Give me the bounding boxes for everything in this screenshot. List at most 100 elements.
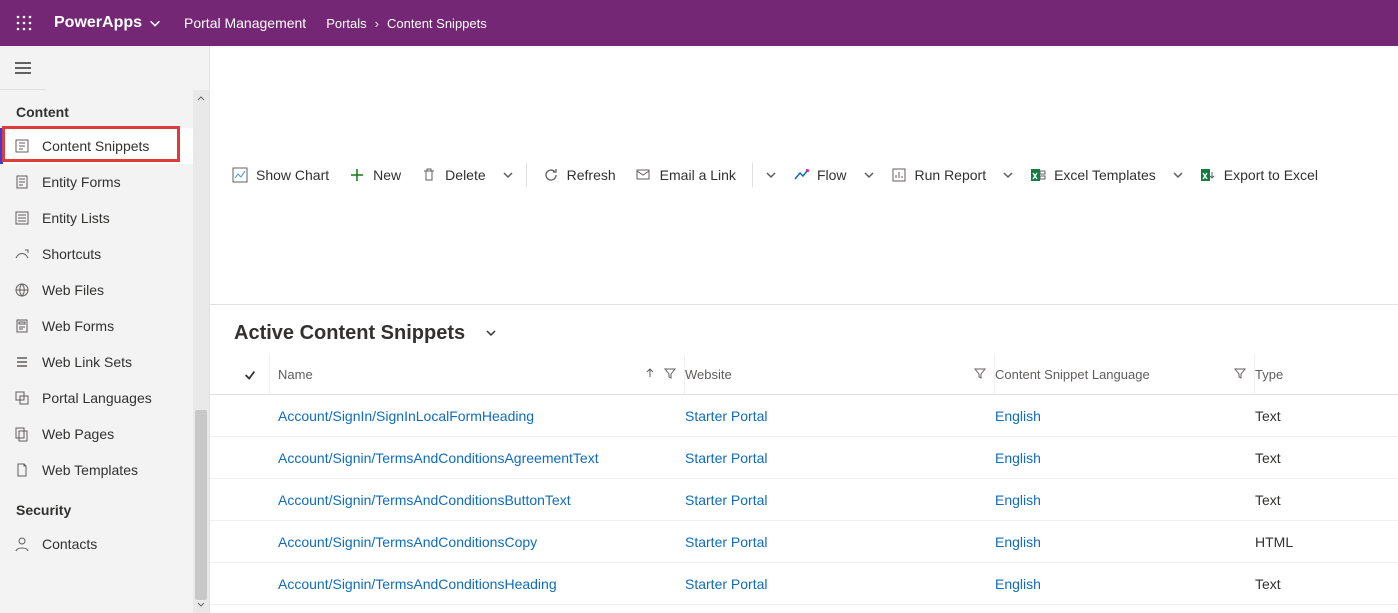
sidebar-item-icon	[14, 354, 30, 370]
filter-icon[interactable]	[974, 367, 986, 382]
column-name[interactable]: Name	[270, 355, 685, 394]
cell-name: Account/Signin/TermsAndConditionsHeading	[270, 576, 685, 592]
table-row[interactable]: Account/SignIn/SignInLocalFormHeading Sta…	[210, 395, 1398, 437]
run-report-button[interactable]: Run Report	[881, 153, 997, 197]
export-excel-button[interactable]: Export to Excel	[1190, 153, 1328, 197]
excel-templates-dropdown[interactable]	[1166, 153, 1190, 197]
new-button[interactable]: New	[339, 153, 411, 197]
record-link[interactable]: Account/Signin/TermsAndConditionsHeading	[278, 576, 557, 592]
website-link[interactable]: Starter Portal	[685, 492, 767, 508]
cell-name: Account/Signin/TermsAndConditionsButtonT…	[270, 492, 685, 508]
record-link[interactable]: Account/SignIn/SignInLocalFormHeading	[278, 408, 534, 424]
sidebar-item-label: Contacts	[42, 536, 97, 552]
website-link[interactable]: Starter Portal	[685, 408, 767, 424]
sidebar-item-label: Content Snippets	[42, 138, 149, 154]
nav-collapse-button[interactable]	[0, 46, 46, 90]
sidebar-item[interactable]: Entity Forms	[0, 164, 209, 200]
email-dropdown[interactable]	[759, 153, 783, 197]
filter-icon[interactable]	[664, 367, 676, 382]
cell-website: Starter Portal	[685, 492, 995, 508]
cmd-label: Excel Templates	[1054, 167, 1156, 183]
website-link[interactable]: Starter Portal	[685, 534, 767, 550]
cell-website: Starter Portal	[685, 534, 995, 550]
sidebar-item[interactable]: Web Forms	[0, 308, 209, 344]
sidebar-scrollbar[interactable]	[193, 90, 209, 613]
sidebar-item-label: Web Forms	[42, 318, 114, 334]
area-name[interactable]: Portal Management	[184, 15, 306, 31]
filter-icon[interactable]	[1234, 367, 1246, 382]
language-link[interactable]: English	[995, 408, 1041, 424]
breadcrumb-item[interactable]: Portals	[326, 16, 366, 31]
table-row[interactable]: Account/SignIn/UsernameLabelStarter Port…	[210, 605, 1398, 613]
sidebar-item[interactable]: Portal Languages	[0, 380, 209, 416]
cell-language: English	[995, 534, 1255, 550]
view-selector-chevron-icon[interactable]	[479, 321, 503, 345]
sidebar-section-security: Security	[0, 488, 209, 526]
website-link[interactable]: Starter Portal	[685, 450, 767, 466]
table-row[interactable]: Account/Signin/TermsAndConditionsHeading…	[210, 563, 1398, 605]
record-link[interactable]: Account/Signin/TermsAndConditionsAgreeme…	[278, 450, 599, 466]
flow-icon	[793, 167, 809, 183]
sidebar-item[interactable]: Web Templates	[0, 452, 209, 488]
cell-language: English	[995, 450, 1255, 466]
grid-header: Name Website Content Snippet Language	[210, 355, 1398, 395]
app-name[interactable]: PowerApps	[54, 14, 142, 32]
app-launcher-icon[interactable]	[10, 9, 38, 37]
cell-type: Text	[1255, 492, 1398, 508]
website-link[interactable]: Starter Portal	[685, 576, 767, 592]
cmd-label: Export to Excel	[1224, 167, 1318, 183]
main-content: Show Chart New Delete Refresh Email a Li…	[210, 46, 1398, 613]
scroll-down-icon[interactable]	[193, 597, 209, 613]
record-link[interactable]: Account/Signin/TermsAndConditionsCopy	[278, 534, 537, 550]
excel-templates-button[interactable]: Excel Templates	[1020, 153, 1166, 197]
scroll-up-icon[interactable]	[193, 90, 209, 106]
separator	[526, 163, 527, 187]
sidebar-item[interactable]: Entity Lists	[0, 200, 209, 236]
sidebar-item-icon	[14, 462, 30, 478]
flow-dropdown[interactable]	[857, 153, 881, 197]
select-all-column[interactable]	[230, 355, 270, 394]
language-link[interactable]: English	[995, 492, 1041, 508]
sidebar-item[interactable]: Content Snippets	[0, 128, 209, 164]
column-label: Content Snippet Language	[995, 367, 1234, 382]
column-language[interactable]: Content Snippet Language	[995, 355, 1255, 394]
flow-button[interactable]: Flow	[783, 153, 857, 197]
cell-type: Text	[1255, 408, 1398, 424]
language-link[interactable]: English	[995, 576, 1041, 592]
table-row[interactable]: Account/Signin/TermsAndConditionsAgreeme…	[210, 437, 1398, 479]
sidebar-item[interactable]: Shortcuts	[0, 236, 209, 272]
show-chart-button[interactable]: Show Chart	[222, 153, 339, 197]
email-link-button[interactable]: Email a Link	[626, 153, 746, 197]
sidebar-item[interactable]: Web Pages	[0, 416, 209, 452]
sidebar-item-icon	[14, 174, 30, 190]
view-title[interactable]: Active Content Snippets	[234, 322, 465, 345]
refresh-button[interactable]: Refresh	[533, 153, 626, 197]
sort-asc-icon[interactable]	[644, 367, 656, 382]
sidebar-item-icon	[14, 390, 30, 406]
cell-language: English	[995, 408, 1255, 424]
column-label: Type	[1255, 367, 1398, 382]
sidebar-item-icon	[14, 282, 30, 298]
column-type[interactable]: Type	[1255, 355, 1398, 394]
language-link[interactable]: English	[995, 534, 1041, 550]
run-report-dropdown[interactable]	[996, 153, 1020, 197]
grid: Name Website Content Snippet Language	[210, 355, 1398, 613]
person-icon	[14, 536, 30, 552]
app-switcher-chevron-icon[interactable]	[148, 16, 162, 30]
table-row[interactable]: Account/Signin/TermsAndConditionsCopy Sta…	[210, 521, 1398, 563]
sidebar-item[interactable]: Web Link Sets	[0, 344, 209, 380]
sidebar-item-label: Portal Languages	[42, 390, 152, 406]
cell-type: HTML	[1255, 534, 1398, 550]
scroll-thumb[interactable]	[195, 410, 207, 600]
delete-button[interactable]: Delete	[411, 153, 495, 197]
cell-name: Account/Signin/TermsAndConditionsAgreeme…	[270, 450, 685, 466]
table-row[interactable]: Account/Signin/TermsAndConditionsButtonT…	[210, 479, 1398, 521]
language-link[interactable]: English	[995, 450, 1041, 466]
breadcrumb-item[interactable]: Content Snippets	[387, 16, 487, 31]
delete-dropdown[interactable]	[496, 153, 520, 197]
column-website[interactable]: Website	[685, 355, 995, 394]
sidebar-item[interactable]: Web Files	[0, 272, 209, 308]
record-link[interactable]: Account/Signin/TermsAndConditionsButtonT…	[278, 492, 571, 508]
email-icon	[636, 167, 652, 183]
sidebar-item[interactable]: Contacts	[0, 526, 209, 562]
